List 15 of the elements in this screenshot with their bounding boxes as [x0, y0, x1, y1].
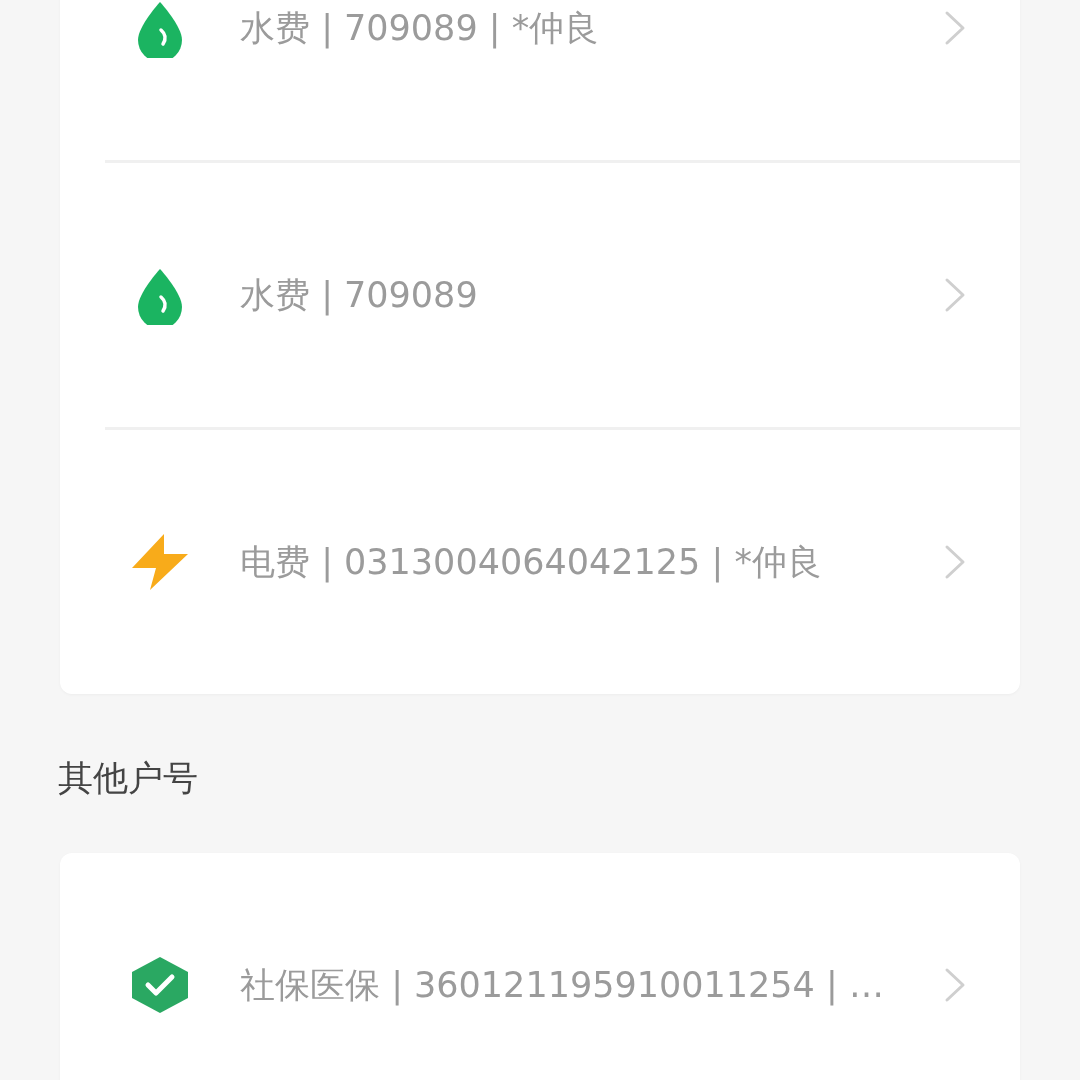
account-row[interactable]: 水费 | 709089 | *仲良 [60, 0, 1020, 160]
chevron-right-icon [944, 967, 966, 1003]
chevron-right-icon [944, 544, 966, 580]
lightning-bolt-icon [130, 532, 190, 592]
chevron-right-icon [944, 10, 966, 46]
account-label: 电费 | 0313004064042125 | *仲良 [240, 540, 823, 585]
account-label: 水费 | 709089 [240, 273, 479, 318]
account-row[interactable]: 电费 | 0313004064042125 | *仲良 [60, 430, 1020, 694]
chevron-right-icon [944, 277, 966, 313]
shield-check-icon [130, 955, 190, 1015]
section-title: 其他户号 [58, 757, 199, 800]
account-row[interactable]: 社保医保 | 360121195910011254 | … [60, 853, 1020, 1080]
account-row[interactable]: 水费 | 709089 [60, 163, 1020, 427]
account-label: 社保医保 | 360121195910011254 | … [240, 963, 885, 1008]
account-label: 水费 | 709089 | *仲良 [240, 6, 601, 51]
